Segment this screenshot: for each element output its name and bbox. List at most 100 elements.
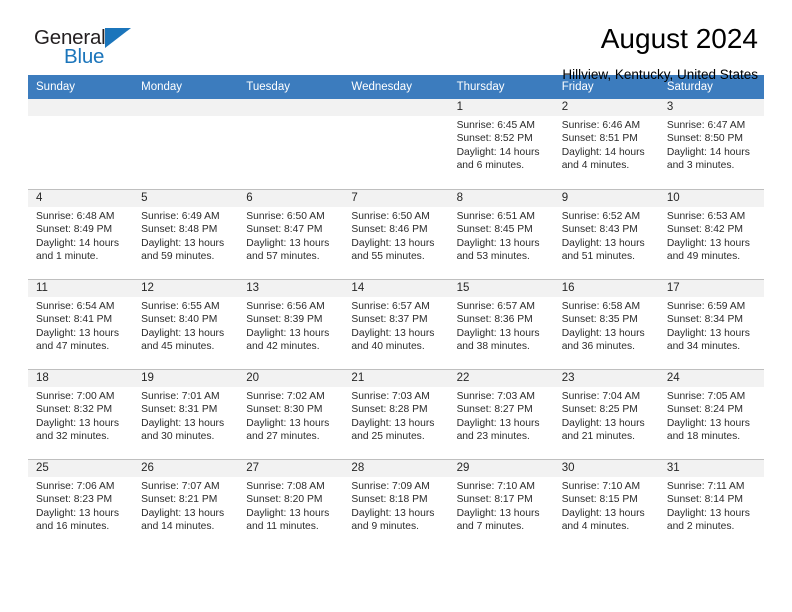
calendar-day-cell[interactable]: 14 Sunrise: 6:57 AM Sunset: 8:37 PM Dayligh…	[343, 279, 449, 369]
brand-logo[interactable]: General Blue	[34, 26, 154, 72]
day-number	[238, 99, 344, 116]
day-cell-inner: 15 Sunrise: 6:57 AM Sunset: 8:36 PM Dayligh…	[448, 279, 554, 369]
daylight-line-2: and 51 minutes.	[561, 251, 635, 263]
day-number: 21	[343, 370, 449, 387]
calendar-day-cell[interactable]	[28, 99, 134, 189]
calendar-day-cell[interactable]: 23 Sunrise: 7:04 AM Sunset: 8:25 PM Dayligh…	[553, 369, 659, 459]
calendar-grid: Sunday Monday Tuesday Wednesday Thursday…	[28, 75, 764, 549]
day-number: 4	[28, 190, 134, 207]
day-number: 9	[553, 190, 659, 207]
daylight-line-2: and 27 minutes.	[246, 431, 320, 443]
calendar-day-cell[interactable]: 12 Sunrise: 6:55 AM Sunset: 8:40 PM Dayligh…	[133, 279, 239, 369]
day-number: 22	[448, 370, 554, 387]
calendar-day-cell[interactable]: 21 Sunrise: 7:03 AM Sunset: 8:28 PM Dayligh…	[343, 369, 449, 459]
sunrise-line: Sunrise: 6:46 AM	[561, 120, 641, 131]
daylight-line-2: and 34 minutes.	[666, 341, 741, 353]
calendar-day-cell[interactable]: 3 Sunrise: 6:47 AM Sunset: 8:50 PM Daylight…	[658, 99, 764, 189]
day-cell-inner: 2 Sunrise: 6:46 AM Sunset: 8:51 PM Daylight…	[553, 99, 659, 189]
daylight-line-1: Daylight: 13 hours	[561, 417, 645, 429]
sunset-line: Sunset: 8:32 PM	[36, 404, 113, 416]
sunset-line: Sunset: 8:45 PM	[456, 224, 533, 236]
calendar-day-cell[interactable]: 27 Sunrise: 7:08 AM Sunset: 8:20 PM Dayligh…	[238, 459, 344, 549]
sunrise-line: Sunrise: 6:51 AM	[456, 211, 535, 222]
sunrise-line: Sunrise: 7:11 AM	[666, 481, 745, 492]
calendar-day-cell[interactable]	[238, 99, 344, 189]
calendar-week-row: 18 Sunrise: 7:00 AM Sunset: 8:32 PM Dayligh…	[28, 369, 764, 459]
calendar-day-cell[interactable]: 31 Sunrise: 7:11 AM Sunset: 8:14 PM Dayligh…	[658, 459, 764, 549]
day-detail-lines	[133, 116, 238, 119]
day-number: 23	[553, 370, 659, 387]
daylight-line-1: Daylight: 13 hours	[36, 417, 119, 429]
day-number: 25	[28, 460, 134, 477]
calendar-day-cell[interactable]: 6 Sunrise: 6:50 AM Sunset: 8:47 PM Daylight…	[238, 189, 344, 279]
daylight-line-1: Daylight: 13 hours	[456, 417, 540, 429]
calendar-body: 1 Sunrise: 6:45 AM Sunset: 8:52 PM Daylight…	[28, 99, 764, 549]
day-detail-lines: Sunrise: 6:57 AM Sunset: 8:36 PM Daylight:…	[449, 297, 554, 354]
sunset-line: Sunset: 8:15 PM	[561, 494, 638, 506]
sunset-line: Sunset: 8:30 PM	[246, 404, 323, 416]
daylight-line-1: Daylight: 13 hours	[141, 417, 225, 429]
sunset-line: Sunset: 8:36 PM	[456, 314, 533, 326]
calendar-day-cell[interactable]: 20 Sunrise: 7:02 AM Sunset: 8:30 PM Dayligh…	[238, 369, 344, 459]
day-cell-inner	[133, 99, 239, 189]
calendar-day-cell[interactable]: 22 Sunrise: 7:03 AM Sunset: 8:27 PM Dayligh…	[448, 369, 554, 459]
day-detail-lines: Sunrise: 6:49 AM Sunset: 8:48 PM Daylight:…	[133, 207, 238, 264]
calendar-day-cell[interactable]: 29 Sunrise: 7:10 AM Sunset: 8:17 PM Dayligh…	[448, 459, 554, 549]
calendar-day-cell[interactable]: 2 Sunrise: 6:46 AM Sunset: 8:51 PM Daylight…	[553, 99, 659, 189]
sunrise-line: Sunrise: 6:52 AM	[561, 211, 641, 222]
daylight-line-1: Daylight: 13 hours	[666, 417, 750, 429]
daylight-line-2: and 49 minutes.	[666, 251, 741, 263]
day-detail-lines: Sunrise: 6:56 AM Sunset: 8:39 PM Daylight:…	[238, 297, 343, 354]
calendar-day-cell[interactable]: 11 Sunrise: 6:54 AM Sunset: 8:41 PM Dayligh…	[28, 279, 134, 369]
daylight-line-2: and 23 minutes.	[456, 431, 530, 443]
calendar-day-cell[interactable]: 7 Sunrise: 6:50 AM Sunset: 8:46 PM Daylight…	[343, 189, 449, 279]
calendar-day-cell[interactable]: 25 Sunrise: 7:06 AM Sunset: 8:23 PM Dayligh…	[28, 459, 134, 549]
calendar-day-cell[interactable]	[343, 99, 449, 189]
day-cell-inner: 25 Sunrise: 7:06 AM Sunset: 8:23 PM Dayligh…	[28, 459, 134, 549]
sunset-line: Sunset: 8:37 PM	[351, 314, 428, 326]
calendar-day-cell[interactable]: 13 Sunrise: 6:56 AM Sunset: 8:39 PM Dayligh…	[238, 279, 344, 369]
calendar-day-cell[interactable]: 15 Sunrise: 6:57 AM Sunset: 8:36 PM Dayligh…	[448, 279, 554, 369]
calendar-day-cell[interactable]: 10 Sunrise: 6:53 AM Sunset: 8:42 PM Dayligh…	[658, 189, 764, 279]
daylight-line-1: Daylight: 13 hours	[246, 417, 330, 429]
calendar-day-cell[interactable]: 4 Sunrise: 6:48 AM Sunset: 8:49 PM Daylight…	[28, 189, 134, 279]
calendar-day-cell[interactable]: 18 Sunrise: 7:00 AM Sunset: 8:32 PM Dayligh…	[28, 369, 134, 459]
calendar-day-cell[interactable]: 8 Sunrise: 6:51 AM Sunset: 8:45 PM Daylight…	[448, 189, 554, 279]
day-number: 31	[658, 460, 764, 477]
day-cell-inner: 26 Sunrise: 7:07 AM Sunset: 8:21 PM Dayligh…	[133, 459, 239, 549]
calendar-day-cell[interactable]: 5 Sunrise: 6:49 AM Sunset: 8:48 PM Daylight…	[133, 189, 239, 279]
day-detail-lines	[238, 116, 343, 119]
calendar-day-cell[interactable]: 24 Sunrise: 7:05 AM Sunset: 8:24 PM Dayligh…	[658, 369, 764, 459]
calendar-day-cell[interactable]: 9 Sunrise: 6:52 AM Sunset: 8:43 PM Daylight…	[553, 189, 659, 279]
sunset-line: Sunset: 8:50 PM	[666, 133, 743, 145]
calendar-day-cell[interactable]: 19 Sunrise: 7:01 AM Sunset: 8:31 PM Dayligh…	[133, 369, 239, 459]
calendar-day-cell[interactable]: 26 Sunrise: 7:07 AM Sunset: 8:21 PM Dayligh…	[133, 459, 239, 549]
day-number: 30	[553, 460, 659, 477]
calendar-day-cell[interactable]: 28 Sunrise: 7:09 AM Sunset: 8:18 PM Dayligh…	[343, 459, 449, 549]
page-title: August 2024	[600, 23, 758, 54]
sunrise-line: Sunrise: 6:56 AM	[246, 301, 325, 312]
calendar-day-cell[interactable]: 30 Sunrise: 7:10 AM Sunset: 8:15 PM Dayligh…	[553, 459, 659, 549]
daylight-line-1: Daylight: 13 hours	[246, 237, 330, 249]
calendar-day-cell[interactable]: 16 Sunrise: 6:58 AM Sunset: 8:35 PM Dayligh…	[553, 279, 659, 369]
sunset-line: Sunset: 8:46 PM	[351, 224, 428, 236]
daylight-line-2: and 2 minutes.	[666, 521, 735, 533]
sunset-line: Sunset: 8:24 PM	[666, 404, 743, 416]
daylight-line-1: Daylight: 13 hours	[141, 507, 225, 519]
day-cell-inner: 5 Sunrise: 6:49 AM Sunset: 8:48 PM Daylight…	[133, 189, 239, 279]
daylight-line-2: and 9 minutes.	[351, 521, 419, 533]
day-detail-lines: Sunrise: 6:59 AM Sunset: 8:34 PM Daylight:…	[659, 297, 764, 354]
sunset-line: Sunset: 8:20 PM	[246, 494, 323, 506]
calendar-day-cell[interactable]	[133, 99, 239, 189]
calendar-day-cell[interactable]: 1 Sunrise: 6:45 AM Sunset: 8:52 PM Daylight…	[448, 99, 554, 189]
daylight-line-2: and 59 minutes.	[141, 251, 215, 263]
daylight-line-1: Daylight: 13 hours	[351, 327, 435, 339]
daylight-line-2: and 7 minutes.	[456, 521, 525, 533]
daylight-line-2: and 45 minutes.	[141, 341, 215, 353]
day-number: 10	[658, 190, 764, 207]
daylight-line-1: Daylight: 13 hours	[141, 237, 225, 249]
calendar-day-cell[interactable]: 17 Sunrise: 6:59 AM Sunset: 8:34 PM Dayligh…	[658, 279, 764, 369]
day-cell-inner: 11 Sunrise: 6:54 AM Sunset: 8:41 PM Dayligh…	[28, 279, 134, 369]
day-detail-lines: Sunrise: 6:46 AM Sunset: 8:51 PM Daylight:…	[554, 116, 659, 173]
day-detail-lines: Sunrise: 6:52 AM Sunset: 8:43 PM Daylight:…	[554, 207, 659, 264]
